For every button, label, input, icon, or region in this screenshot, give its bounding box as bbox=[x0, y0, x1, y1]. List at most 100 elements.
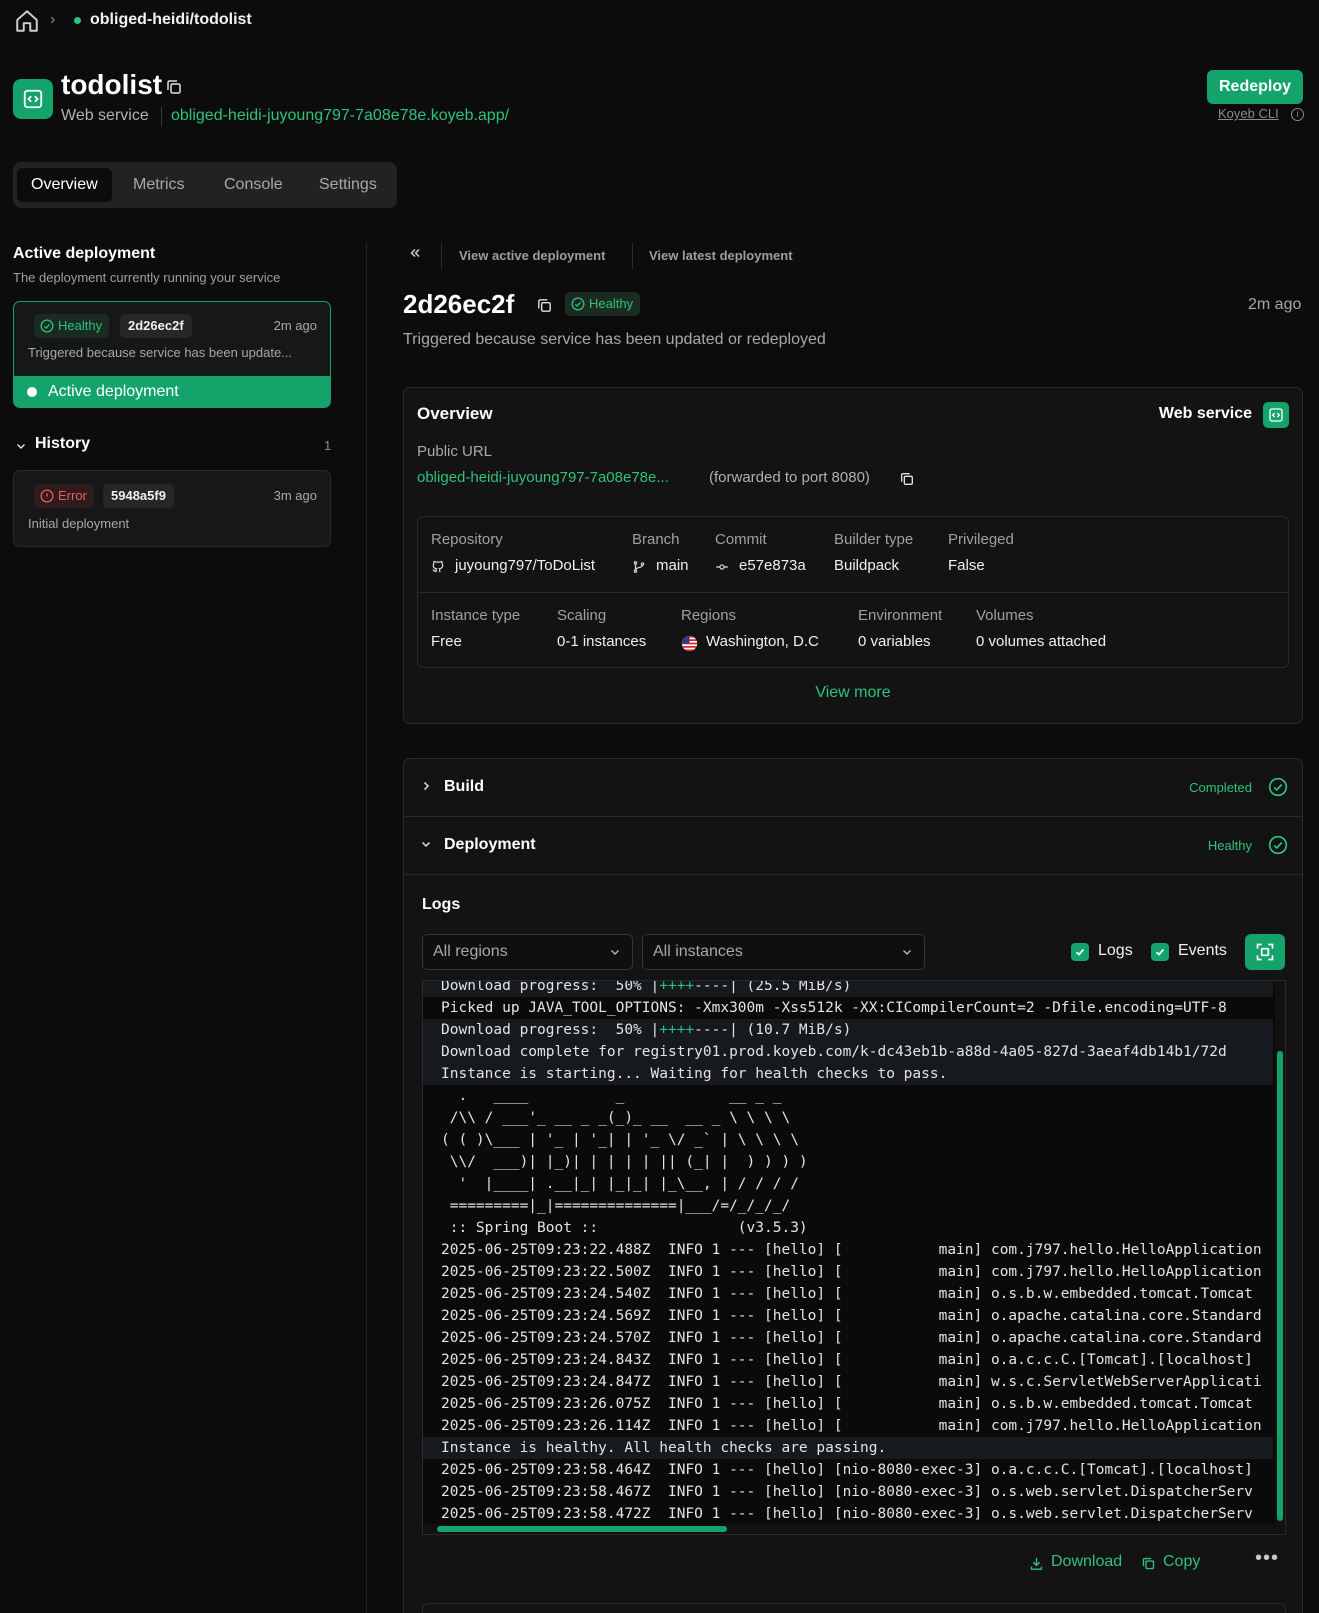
log-line: 2025-06-25T09:23:24.847Z INFO 1 --- [hel… bbox=[423, 1371, 1273, 1393]
view-more-link[interactable]: View more bbox=[404, 684, 1302, 702]
history-item[interactable]: Error 5948a5f9 3m ago Initial deployment bbox=[13, 470, 331, 547]
tab-overview[interactable]: Overview bbox=[17, 168, 112, 202]
more-options-icon[interactable]: ••• bbox=[1255, 1547, 1279, 1570]
web-service-icon bbox=[1263, 402, 1289, 428]
log-line: ( ( )\___ | '_ | '_| | '_ \/ _` | \ \ \ … bbox=[423, 1129, 1273, 1151]
collapse-sidebar-icon[interactable] bbox=[408, 246, 422, 260]
commit-link[interactable]: e57e873a bbox=[739, 557, 806, 574]
service-url-link[interactable]: obliged-heidi-juyoung797-7a08e78e.koyeb.… bbox=[171, 107, 509, 125]
forwarded-port: (forwarded to port 8080) bbox=[709, 469, 870, 486]
next-section-card bbox=[422, 1603, 1286, 1613]
git-commit-icon bbox=[715, 560, 729, 574]
overview-title: Overview bbox=[417, 404, 493, 423]
divider bbox=[632, 243, 633, 269]
check-circle-icon bbox=[1268, 835, 1288, 855]
chevron-right-icon bbox=[420, 779, 432, 793]
check-circle-icon bbox=[40, 319, 54, 333]
environment-label: Environment bbox=[858, 607, 943, 624]
vertical-scrollbar[interactable] bbox=[1275, 981, 1285, 1534]
repository-label: Repository bbox=[431, 531, 503, 548]
instance-type-value: Free bbox=[431, 633, 462, 650]
us-flag-icon bbox=[681, 635, 698, 652]
status-label: Error bbox=[58, 488, 87, 503]
home-icon[interactable] bbox=[14, 8, 40, 34]
logs-checkbox-label[interactable]: Logs bbox=[1098, 942, 1133, 960]
log-line: Instance is healthy. All health checks a… bbox=[423, 1437, 1273, 1459]
check-circle-icon bbox=[571, 297, 585, 311]
column-divider bbox=[366, 242, 367, 1613]
koyeb-cli-link[interactable]: Koyeb CLI bbox=[1218, 106, 1279, 121]
public-url-link[interactable]: obliged-heidi-juyoung797-7a08e78e... bbox=[417, 469, 669, 486]
status-badge: Error bbox=[34, 484, 94, 508]
privileged-label: Privileged bbox=[948, 531, 1014, 548]
deployment-hash: 2d26ec2f bbox=[120, 314, 192, 338]
build-section-header[interactable]: Build Completed bbox=[404, 759, 1302, 817]
fullscreen-button[interactable] bbox=[1245, 934, 1285, 970]
copy-icon[interactable] bbox=[899, 471, 915, 487]
history-heading[interactable]: History bbox=[35, 435, 90, 453]
public-url-label: Public URL bbox=[417, 443, 493, 460]
chevron-down-icon[interactable] bbox=[15, 440, 27, 452]
tab-settings[interactable]: Settings bbox=[305, 168, 391, 202]
deployment-details-grid: Repository juyoung797/ToDoList Branch ma… bbox=[417, 516, 1289, 668]
active-deployment-card[interactable]: Healthy 2d26ec2f 2m ago Triggered becaus… bbox=[13, 301, 331, 408]
commit-label: Commit bbox=[715, 531, 767, 548]
log-line: 2025-06-25T09:23:24.569Z INFO 1 --- [hel… bbox=[423, 1305, 1273, 1327]
logs-title: Logs bbox=[422, 896, 461, 913]
service-type-label: Web service bbox=[1158, 405, 1252, 422]
horizontal-scrollbar[interactable] bbox=[423, 1524, 1285, 1534]
download-icon[interactable] bbox=[1029, 1556, 1044, 1571]
scaling-label: Scaling bbox=[557, 607, 607, 624]
deployment-steps-panel: Build Completed Deployment Healthy Logs … bbox=[403, 758, 1303, 1613]
web-service-icon bbox=[13, 79, 53, 119]
scroll-thumb[interactable] bbox=[437, 1526, 727, 1532]
logs-checkbox[interactable] bbox=[1071, 943, 1089, 961]
copy-icon[interactable] bbox=[165, 78, 183, 96]
status-label: Healthy bbox=[589, 296, 634, 311]
events-checkbox[interactable] bbox=[1151, 943, 1169, 961]
events-checkbox-label[interactable]: Events bbox=[1178, 942, 1227, 960]
deployment-time: 2m ago bbox=[273, 318, 317, 333]
log-line: =========|_|==============|___/=/_/_/_/ bbox=[423, 1195, 1273, 1217]
alert-circle-icon bbox=[40, 489, 54, 503]
volumes-value: 0 volumes attached bbox=[976, 633, 1107, 650]
copy-icon[interactable] bbox=[1141, 1556, 1156, 1571]
instance-select[interactable]: All instances bbox=[642, 934, 925, 970]
deployment-trigger: Initial deployment bbox=[28, 516, 130, 531]
log-viewer[interactable]: Download progress: 50% |++++----| (25.5 … bbox=[422, 980, 1286, 1535]
log-line: 2025-06-25T09:23:58.464Z INFO 1 --- [hel… bbox=[423, 1459, 1273, 1481]
service-title: todolist bbox=[61, 69, 163, 100]
log-line: Download progress: 50% |++++----| (25.5 … bbox=[423, 981, 1273, 997]
log-line: 2025-06-25T09:23:22.500Z INFO 1 --- [hel… bbox=[423, 1261, 1273, 1283]
log-line: Instance is starting... Waiting for heal… bbox=[423, 1063, 1273, 1085]
deployment-section-header[interactable]: Deployment Healthy bbox=[404, 817, 1302, 875]
region-select[interactable]: All regions bbox=[422, 934, 633, 970]
deployment-hash-title: 2d26ec2f bbox=[403, 289, 515, 319]
breadcrumb-project[interactable]: obliged-heidi/todolist bbox=[90, 11, 252, 29]
log-line: 2025-06-25T09:23:58.472Z INFO 1 --- [hel… bbox=[423, 1503, 1273, 1525]
download-button[interactable]: Download bbox=[1051, 1553, 1122, 1571]
info-icon[interactable]: i bbox=[1291, 108, 1304, 121]
scroll-thumb[interactable] bbox=[1277, 1051, 1283, 1521]
deployment-trigger: Triggered because service has been updat… bbox=[28, 345, 293, 360]
chevron-down-icon bbox=[611, 950, 619, 955]
log-line: ' |____| .__|_| |_|_| |_\__, | / / / / bbox=[423, 1173, 1273, 1195]
log-line: Download complete for registry01.prod.ko… bbox=[423, 1041, 1273, 1063]
divider bbox=[418, 592, 1288, 593]
scaling-value: 0-1 instances bbox=[557, 633, 647, 650]
copy-button[interactable]: Copy bbox=[1163, 1553, 1200, 1571]
view-latest-deployment-link[interactable]: View latest deployment bbox=[649, 248, 793, 263]
repository-link[interactable]: juyoung797/ToDoList bbox=[455, 557, 595, 574]
copy-icon[interactable] bbox=[536, 297, 553, 314]
log-line: 2025-06-25T09:23:24.843Z INFO 1 --- [hel… bbox=[423, 1349, 1273, 1371]
deployment-hash: 5948a5f9 bbox=[103, 484, 174, 508]
region-value: Washington, D.C bbox=[706, 633, 819, 650]
tab-console[interactable]: Console bbox=[210, 168, 297, 202]
redeploy-button[interactable]: Redeploy bbox=[1207, 70, 1303, 104]
instance-type-label: Instance type bbox=[431, 607, 521, 624]
deployment-label: Deployment bbox=[444, 836, 536, 853]
environment-value: 0 variables bbox=[858, 633, 931, 650]
view-active-deployment-link[interactable]: View active deployment bbox=[459, 248, 605, 263]
active-deployment-heading: Active deployment bbox=[13, 245, 156, 262]
tab-metrics[interactable]: Metrics bbox=[119, 168, 199, 202]
